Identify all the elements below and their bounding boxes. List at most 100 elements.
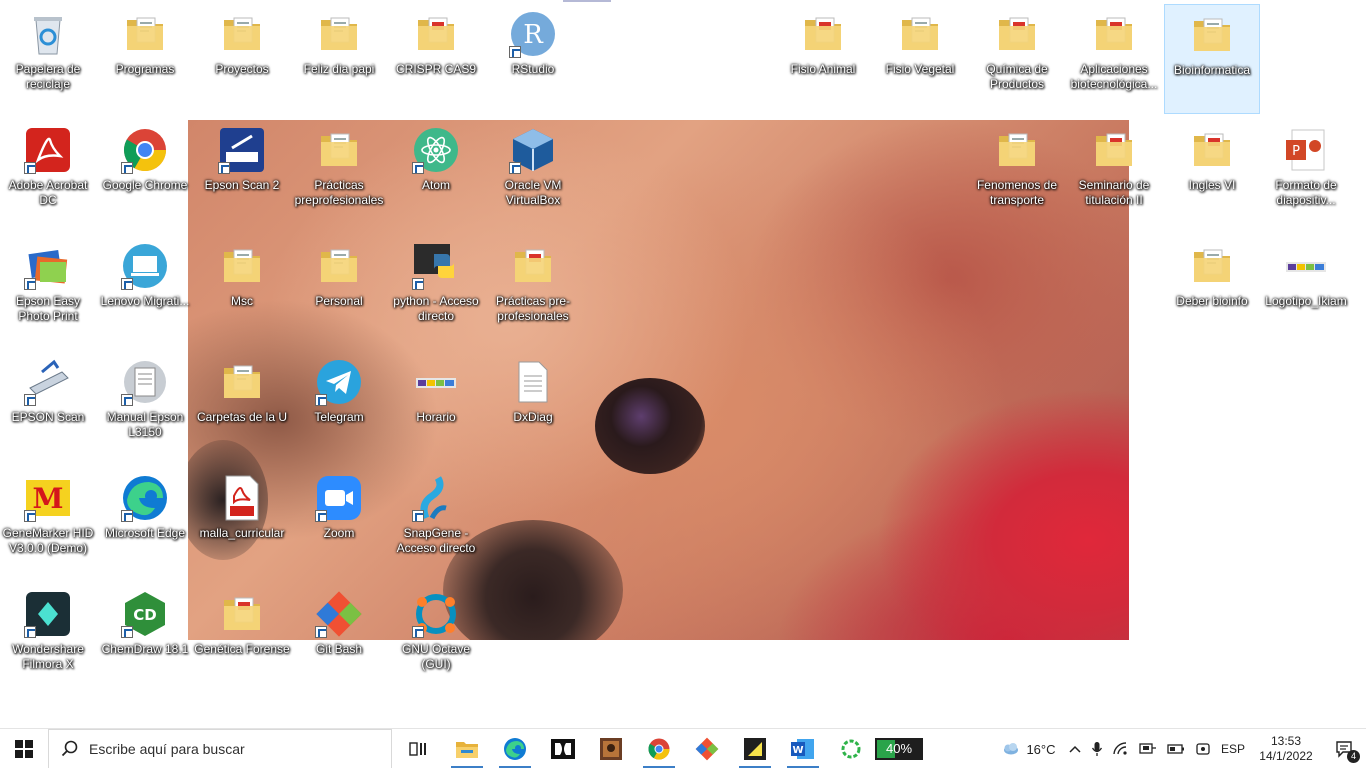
clock[interactable]: 13:53 14/1/2022 [1250, 729, 1322, 768]
pdf-folder-icon [993, 10, 1041, 58]
desktop-shortcut[interactable]: Aplicaciones biotecnológica... [1066, 4, 1162, 114]
acrobat-icon [24, 126, 72, 174]
network-status[interactable] [1134, 729, 1162, 768]
battery-widget[interactable]: 40% [875, 729, 923, 768]
desktop-icon-label: Msc [231, 294, 253, 308]
folder-icon [218, 242, 266, 290]
shortcut-arrow-icon [24, 626, 36, 638]
window-edge [563, 0, 611, 2]
desktop-shortcut[interactable]: Lenovo Migrati... [97, 236, 193, 346]
desktop-shortcut[interactable]: Fisio Animal [775, 4, 871, 114]
desktop-shortcut[interactable]: Horario [388, 352, 484, 462]
weather-widget[interactable]: 16°C [994, 729, 1064, 768]
desktop-shortcut[interactable]: Papelera de reciclaje [0, 4, 96, 114]
rstudio-icon: R [509, 10, 557, 58]
desktop-shortcut[interactable]: Telegram [291, 352, 387, 462]
task-view-icon [408, 740, 430, 758]
desktop: Papelera de reciclaje Programas Proyectos F… [0, 0, 1366, 728]
desktop-shortcut[interactable]: Prácticas preprofesionales [291, 120, 387, 230]
desktop-icon-label: Horario [416, 410, 456, 424]
text-file-icon [509, 358, 557, 406]
desktop-shortcut[interactable]: Programas [97, 4, 193, 114]
taskbar-app-sticky-notes[interactable] [731, 729, 779, 768]
folder-icon [1188, 11, 1236, 59]
action-center-button[interactable]: 4 [1322, 729, 1366, 768]
desktop-shortcut[interactable]: Msc [194, 236, 290, 346]
desktop-shortcut[interactable]: Genética Forense [194, 584, 290, 694]
desktop-shortcut[interactable]: Manual Epson L3150 [97, 352, 193, 462]
desktop-shortcut[interactable]: Fenomenos de transporte [969, 120, 1065, 230]
zoom-icon [315, 474, 363, 522]
desktop-shortcut[interactable]: M GeneMarker HID V3.0.0 (Demo) [0, 468, 96, 578]
desktop-shortcut[interactable]: malla_curricular [194, 468, 290, 578]
desktop-icon-label: Epson Scan 2 [204, 178, 280, 192]
desktop-shortcut[interactable]: DxDiag [485, 352, 581, 462]
taskbar-app-dolby[interactable] [539, 729, 587, 768]
desktop-shortcut[interactable]: Epson Scan 2 [194, 120, 290, 230]
desktop-shortcut[interactable]: Microsoft Edge [97, 468, 193, 578]
desktop-shortcut[interactable]: Oracle VM VirtualBox [485, 120, 581, 230]
virtualbox-icon [509, 126, 557, 174]
taskbar-app-edge[interactable] [491, 729, 539, 768]
taskbar-app-task-view[interactable] [395, 729, 443, 768]
desktop-shortcut[interactable]: Bioinformatica [1164, 4, 1260, 114]
wifi-icon [1113, 742, 1127, 755]
shortcut-arrow-icon [121, 394, 133, 406]
taskbar-app-git[interactable] [683, 729, 731, 768]
desktop-shortcut[interactable]: Fisio Vegetal [872, 4, 968, 114]
desktop-shortcut[interactable]: Git Bash [291, 584, 387, 694]
desktop-icon-label: Proyectos [215, 62, 269, 76]
taskbar-app-photo-app[interactable] [587, 729, 635, 768]
battery-percent-label: 40% [885, 741, 913, 756]
desktop-shortcut[interactable]: python - Acceso directo [388, 236, 484, 346]
microphone-indicator[interactable] [1086, 729, 1108, 768]
taskbar-app-refresh-app[interactable] [827, 729, 875, 768]
notification-count: 4 [1347, 750, 1360, 763]
svg-text:W: W [792, 745, 803, 756]
desktop-shortcut[interactable]: EPSON Scan [0, 352, 96, 462]
desktop-icon-label: Seminario de titulación II [1078, 178, 1150, 207]
desktop-icon-label: ChemDraw 18.1 [101, 642, 189, 656]
input-language[interactable]: ESP [1216, 729, 1250, 768]
meet-now[interactable] [1190, 729, 1216, 768]
desktop-shortcut[interactable]: CD ChemDraw 18.1 [97, 584, 193, 694]
show-hidden-icons-button[interactable] [1064, 729, 1086, 768]
desktop-shortcut[interactable]: Prácticas pre-profesionales [485, 236, 581, 346]
desktop-shortcut[interactable]: R RStudio [485, 4, 581, 114]
taskbar-app-chrome[interactable] [635, 729, 683, 768]
desktop-shortcut[interactable]: Proyectos [194, 4, 290, 114]
search-box[interactable] [48, 728, 392, 768]
shortcut-arrow-icon [218, 162, 230, 174]
desktop-shortcut[interactable]: Google Chrome [97, 120, 193, 230]
desktop-icon-label: Atom [421, 178, 450, 192]
taskbar-app-word[interactable]: W [779, 729, 827, 768]
search-input[interactable] [89, 740, 379, 757]
desktop-shortcut[interactable]: Ingles VI [1164, 120, 1260, 230]
desktop-shortcut[interactable]: Química de Productos [969, 4, 1065, 114]
battery-status[interactable] [1162, 729, 1190, 768]
desktop-shortcut[interactable]: Logotipo_Ikiam [1258, 236, 1354, 346]
desktop-shortcut[interactable]: Feliz dia papi [291, 4, 387, 114]
desktop-shortcut[interactable]: P Formato de diapositiv... [1258, 120, 1354, 230]
desktop-shortcut[interactable]: Adobe Acrobat DC [0, 120, 96, 230]
desktop-shortcut[interactable]: Atom [388, 120, 484, 230]
desktop-shortcut[interactable]: Zoom [291, 468, 387, 578]
wifi-status[interactable] [1108, 729, 1134, 768]
desktop-shortcut[interactable]: Wondershare Filmora X [0, 584, 96, 694]
atom-icon [412, 126, 460, 174]
meet-now-icon [1196, 743, 1210, 755]
taskbar-app-file-explorer[interactable] [443, 729, 491, 768]
pdf-folder-icon [1090, 126, 1138, 174]
desktop-shortcut[interactable]: Personal [291, 236, 387, 346]
clock-date: 14/1/2022 [1259, 749, 1313, 763]
desktop-shortcut[interactable]: Seminario de titulación II [1066, 120, 1162, 230]
search-icon [61, 740, 78, 756]
desktop-shortcut[interactable]: CRISPR CAS9 [388, 4, 484, 114]
shortcut-arrow-icon [412, 626, 424, 638]
desktop-shortcut[interactable]: Epson Easy Photo Print [0, 236, 96, 346]
desktop-shortcut[interactable]: Deber bioinfo [1164, 236, 1260, 346]
desktop-shortcut[interactable]: Carpetas de la U [194, 352, 290, 462]
desktop-shortcut[interactable]: GNU Octave (GUI) [388, 584, 484, 694]
desktop-shortcut[interactable]: SnapGene - Acceso directo [388, 468, 484, 578]
start-button[interactable] [0, 729, 48, 768]
